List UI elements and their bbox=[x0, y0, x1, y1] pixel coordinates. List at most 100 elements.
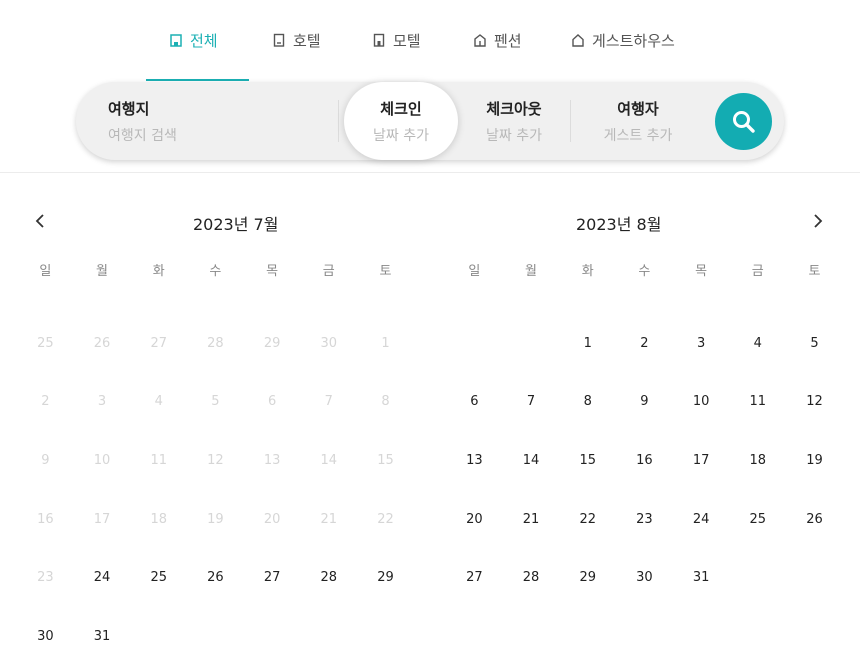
empty-day-cell bbox=[786, 548, 843, 607]
day-cell[interactable]: 15 bbox=[559, 431, 616, 490]
disabled-day-cell: 26 bbox=[93, 335, 111, 351]
empty-day-cell bbox=[446, 314, 503, 373]
day-cell[interactable]: 26 bbox=[786, 490, 843, 549]
day-cell[interactable]: 30 bbox=[616, 548, 673, 607]
day-cell[interactable]: 18 bbox=[729, 431, 786, 490]
day-cell[interactable]: 17 bbox=[673, 431, 730, 490]
disabled-day-cell: 7 bbox=[324, 394, 333, 410]
disabled-day-cell: 22 bbox=[377, 511, 394, 527]
weekday-label: 토 bbox=[808, 264, 821, 279]
week-row: 16 17 18 19 20 21 22 bbox=[17, 490, 414, 549]
disabled-day-cell: 14 bbox=[320, 452, 338, 468]
day-cell[interactable]: 11 bbox=[729, 373, 786, 432]
disabled-day-cell: 11 bbox=[150, 452, 167, 468]
checkin-label: 체크인 bbox=[380, 99, 422, 118]
day-cell[interactable]: 5 bbox=[786, 314, 843, 373]
disabled-day-cell: 17 bbox=[93, 511, 111, 527]
day-cell[interactable]: 19 bbox=[786, 431, 843, 490]
tab-label: 게스트하우스 bbox=[592, 31, 675, 50]
search-button[interactable] bbox=[715, 93, 772, 150]
tab-guesthouse[interactable]: 게스트하우스 bbox=[571, 26, 675, 54]
checkin-placeholder: 날짜 추가 bbox=[373, 127, 429, 144]
day-cell[interactable]: 24 bbox=[74, 548, 131, 607]
day-cell[interactable]: 13 bbox=[446, 431, 503, 490]
disabled-day-cell: 1 bbox=[381, 335, 390, 351]
weekday-label: 수 bbox=[638, 264, 651, 279]
day-cell[interactable]: 27 bbox=[446, 548, 503, 607]
chevron-left-icon bbox=[35, 214, 44, 228]
search-icon bbox=[732, 110, 755, 133]
day-cell[interactable]: 27 bbox=[244, 548, 301, 607]
day-cell[interactable]: 6 bbox=[446, 373, 503, 432]
guests-placeholder: 게스트 추가 bbox=[603, 127, 673, 144]
week-row: 20 21 22 23 24 25 26 bbox=[446, 490, 843, 549]
day-cell[interactable]: 3 bbox=[673, 314, 730, 373]
tab-all[interactable]: 전체 bbox=[169, 26, 218, 54]
day-cell[interactable]: 29 bbox=[559, 548, 616, 607]
day-cell[interactable]: 23 bbox=[616, 490, 673, 549]
day-cell[interactable]: 16 bbox=[616, 431, 673, 490]
tab-pension[interactable]: 펜션 bbox=[473, 26, 522, 54]
disabled-day-cell: 19 bbox=[207, 511, 224, 527]
day-cell[interactable]: 7 bbox=[503, 373, 560, 432]
chevron-right-icon bbox=[814, 214, 823, 228]
disabled-day-cell: 16 bbox=[37, 511, 54, 527]
checkin-field[interactable]: 체크인 날짜 추가 bbox=[344, 82, 458, 160]
day-cell[interactable]: 25 bbox=[729, 490, 786, 549]
disabled-day-cell: 13 bbox=[263, 452, 281, 468]
week-row: 30 31 bbox=[17, 607, 414, 666]
day-cell[interactable]: 25 bbox=[130, 548, 187, 607]
pension-icon bbox=[473, 33, 487, 47]
day-cell[interactable]: 28 bbox=[503, 548, 560, 607]
day-cell[interactable]: 8 bbox=[559, 373, 616, 432]
disabled-day-cell: 9 bbox=[41, 452, 50, 468]
day-cell[interactable]: 10 bbox=[673, 373, 730, 432]
day-cell[interactable]: 31 bbox=[74, 607, 131, 666]
disabled-day-cell: 29 bbox=[263, 335, 281, 351]
month-grid-august: 일 월 화 수 목 금 토 1 2 3 4 5 6 7 8 9 10 11 12 13 14 15 16 17 18 19 20 21… bbox=[446, 257, 843, 607]
disabled-day-cell: 21 bbox=[320, 511, 338, 527]
day-cell[interactable]: 12 bbox=[786, 373, 843, 432]
tab-motel[interactable]: 모텔 bbox=[372, 26, 421, 54]
disabled-day-cell: 2 bbox=[41, 394, 50, 410]
day-cell[interactable]: 1 bbox=[559, 314, 616, 373]
day-cell[interactable]: 14 bbox=[503, 431, 560, 490]
destination-field[interactable]: 여행지 여행지 검색 bbox=[108, 82, 338, 160]
disabled-day-cell: 23 bbox=[37, 570, 54, 586]
active-tab-indicator bbox=[146, 79, 249, 81]
day-cell[interactable]: 24 bbox=[673, 490, 730, 549]
day-cell[interactable]: 9 bbox=[616, 373, 673, 432]
empty-day-cell bbox=[130, 607, 187, 666]
empty-day-cell bbox=[300, 607, 357, 666]
checkout-field[interactable]: 체크아웃 날짜 추가 bbox=[458, 82, 570, 160]
day-cell[interactable]: 30 bbox=[17, 607, 74, 666]
week-row: 2 3 4 5 6 7 8 bbox=[17, 373, 414, 432]
tab-label: 펜션 bbox=[494, 31, 522, 50]
disabled-day-cell: 10 bbox=[93, 452, 111, 468]
weekday-header-row: 일월화수목금토 bbox=[17, 257, 414, 287]
empty-day-cell bbox=[503, 314, 560, 373]
weekday-header-row: 일월화수목금토 bbox=[446, 257, 843, 287]
day-cell[interactable]: 2 bbox=[616, 314, 673, 373]
day-cell[interactable]: 29 bbox=[357, 548, 414, 607]
hotel-icon bbox=[272, 33, 286, 47]
day-cell[interactable]: 31 bbox=[673, 548, 730, 607]
day-cell[interactable]: 22 bbox=[559, 490, 616, 549]
weekday-label: 토 bbox=[379, 264, 392, 279]
tab-hotel[interactable]: 호텔 bbox=[272, 26, 321, 54]
disabled-day-cell: 18 bbox=[150, 511, 167, 527]
disabled-day-cell: 5 bbox=[211, 394, 220, 410]
disabled-day-cell: 25 bbox=[37, 335, 54, 351]
day-cell[interactable]: 4 bbox=[729, 314, 786, 373]
day-cell[interactable]: 21 bbox=[503, 490, 560, 549]
guests-field[interactable]: 여행자 게스트 추가 bbox=[570, 82, 706, 160]
disabled-day-cell: 20 bbox=[263, 511, 281, 527]
weekday-label: 금 bbox=[751, 264, 764, 279]
next-month-button[interactable] bbox=[806, 209, 830, 233]
prev-month-button[interactable] bbox=[28, 209, 52, 233]
day-cell[interactable]: 28 bbox=[300, 548, 357, 607]
day-cell[interactable]: 20 bbox=[446, 490, 503, 549]
month-title: 2023년 8월 bbox=[576, 215, 662, 234]
weekday-label: 목 bbox=[695, 264, 708, 279]
day-cell[interactable]: 26 bbox=[187, 548, 244, 607]
